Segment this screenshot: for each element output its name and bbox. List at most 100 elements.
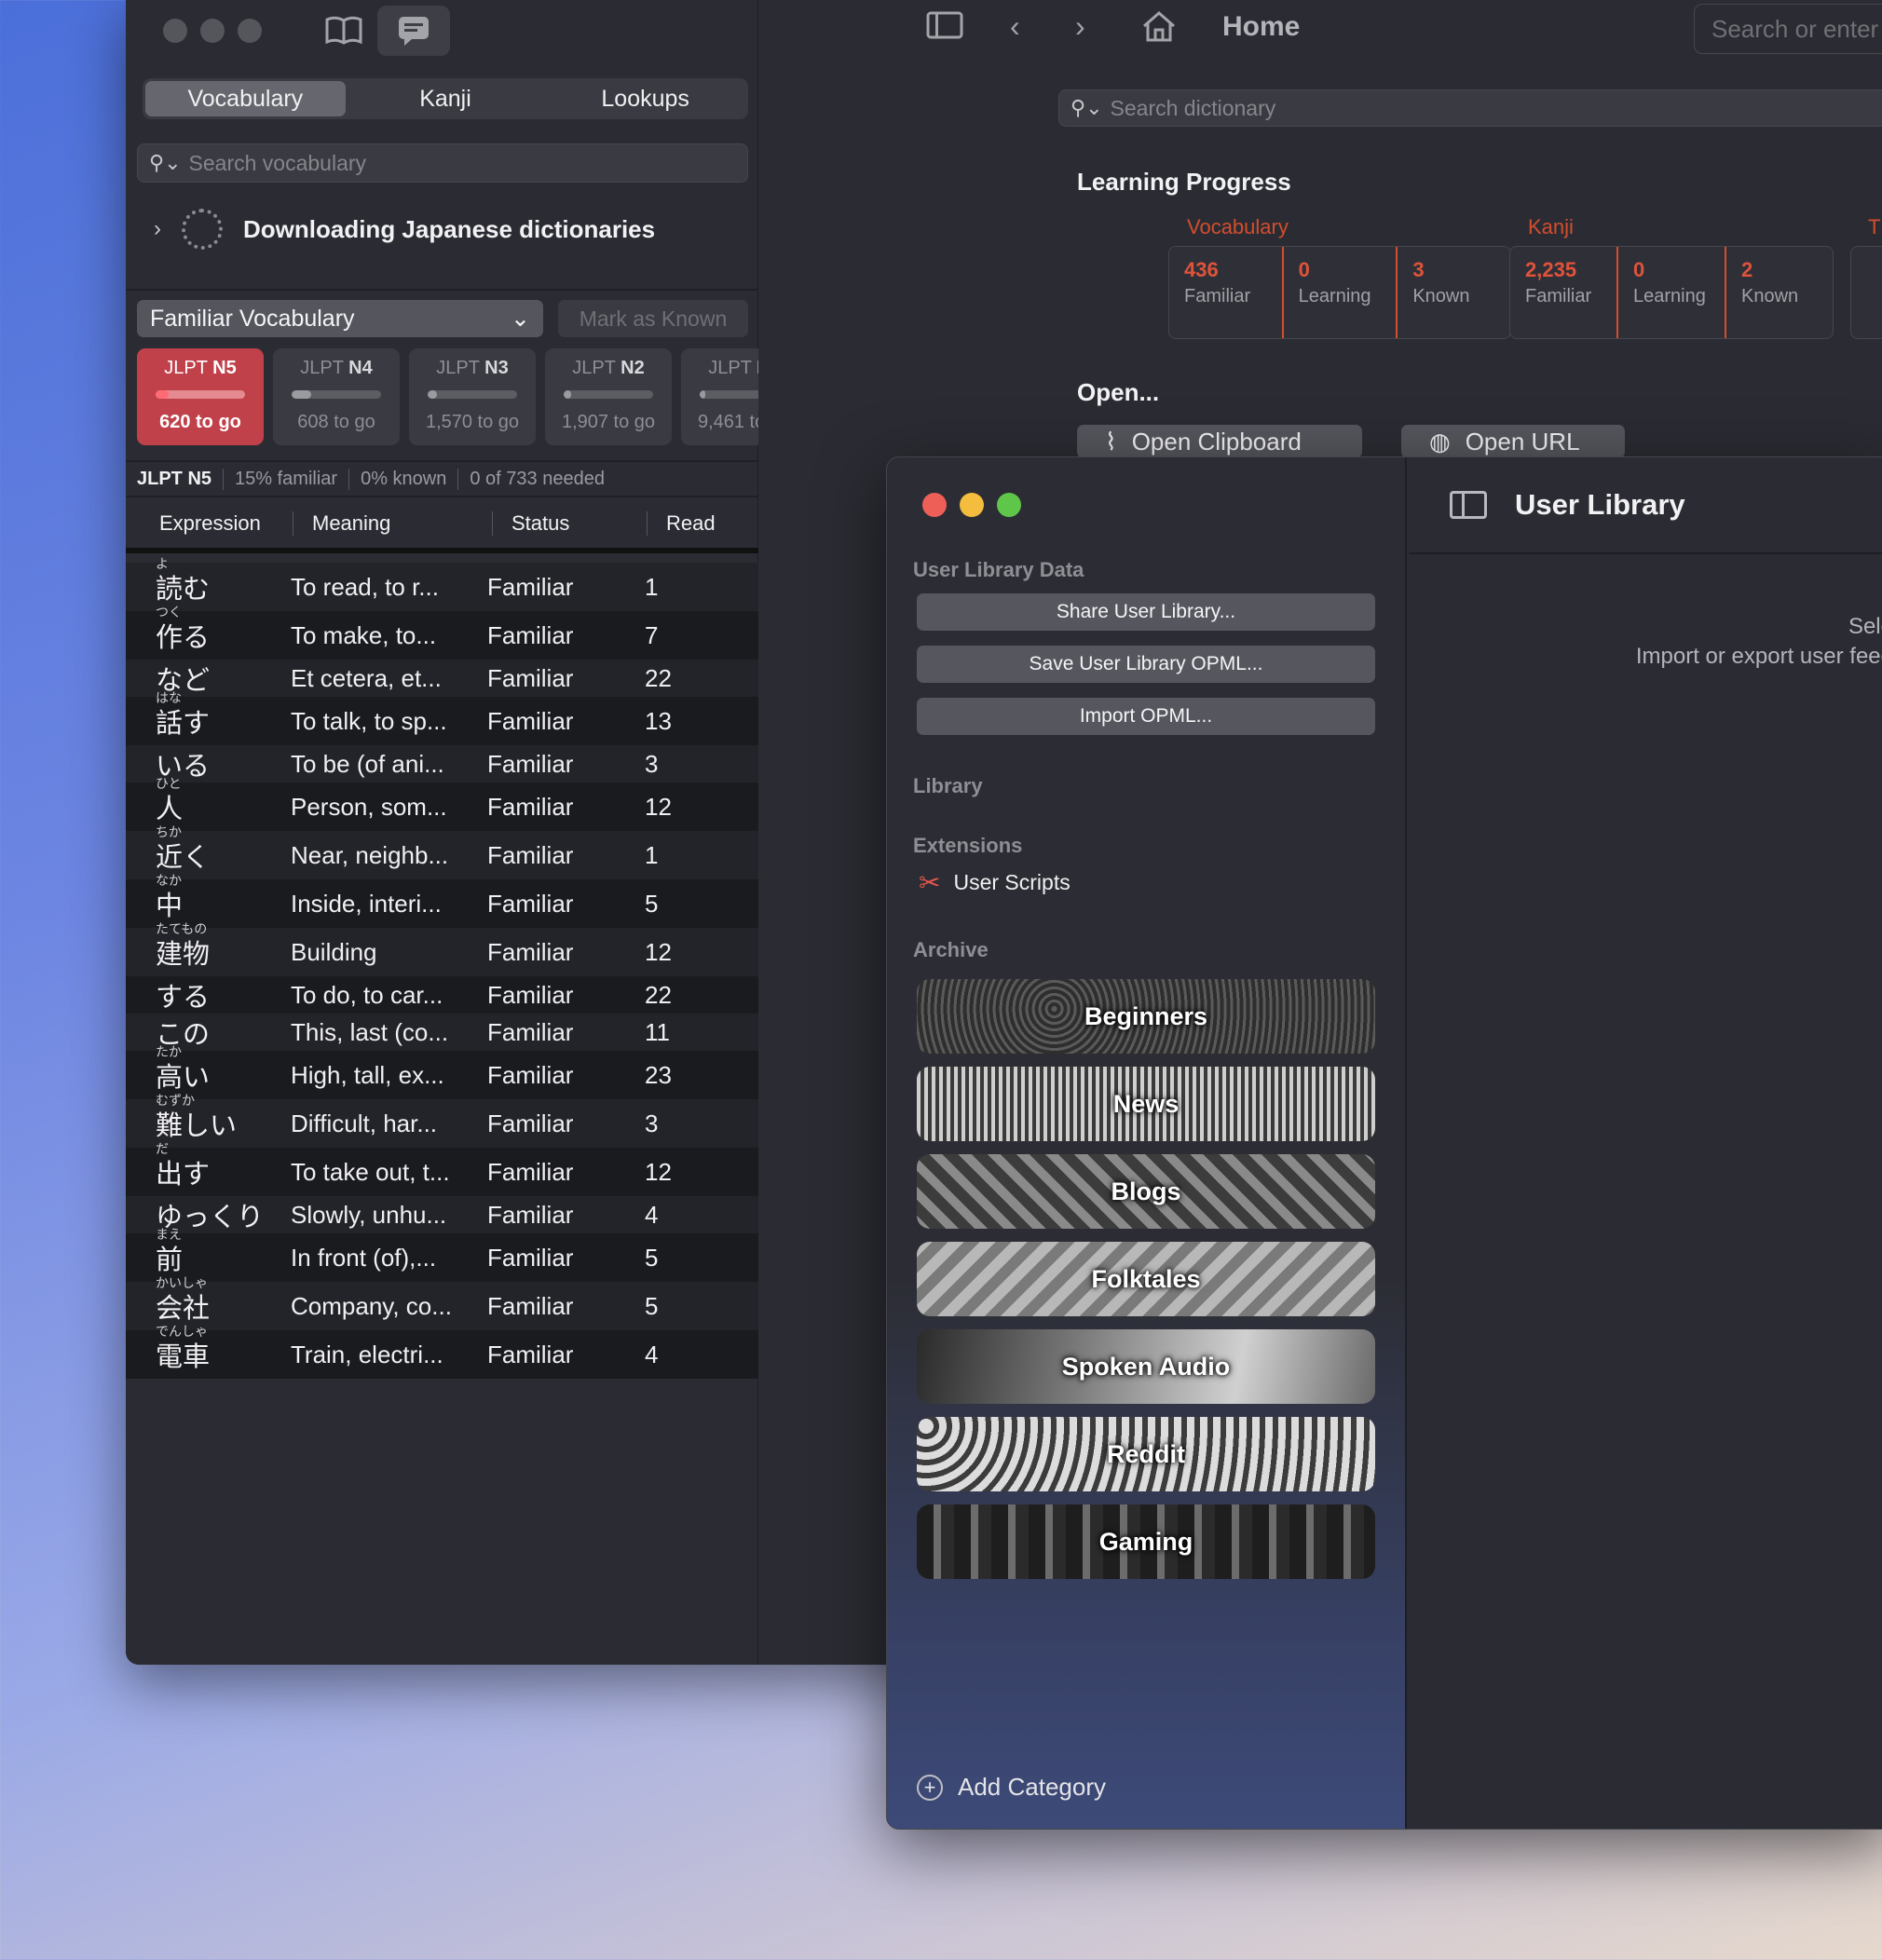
progress-stat-label: Learning [1633,286,1706,306]
jlpt-level-progress-bar [564,390,653,399]
table-row[interactable]: ちか 近く Near, neighb... Familiar 1 [126,824,758,879]
expression-cell: よ読む [126,556,280,606]
book-icon[interactable] [307,6,380,56]
archive-category-beginners[interactable]: Beginners [917,979,1375,1054]
column-expression[interactable]: Expression [126,511,293,536]
read-count-cell: 12 [645,937,672,966]
table-row[interactable]: この This, last (co... Familiar 11 [126,1014,758,1051]
forward-arrow-icon[interactable]: › [1075,9,1085,44]
table-row[interactable]: する To do, to car... Familiar 22 [126,976,758,1014]
close-window-button[interactable] [922,493,947,517]
table-row[interactable]: でんしゃ 電車 Train, electri... Familiar 4 [126,1324,758,1379]
table-row[interactable]: など Et cetera, et... Familiar 22 [126,660,758,697]
expression-cell: この [126,1013,280,1052]
jlpt-level-card[interactable]: JLPT N5 620 to go [137,348,264,445]
open-url-button[interactable]: ◍ Open URL [1401,425,1625,458]
expression-text: 人 [156,795,184,824]
archive-category-news[interactable]: News [917,1067,1375,1141]
jlpt-level-card[interactable]: JLPT N3 1,570 to go [409,348,536,445]
jlpt-level-card[interactable]: JLPT N4 608 to go [273,348,400,445]
jlpt-level-name: JLPT N4 [300,358,373,378]
column-status[interactable]: Status [493,511,648,536]
chevron-down-icon: ⌄ [511,306,530,332]
vocabulary-search-input[interactable]: ⚲⌄ Search vocabulary [137,143,748,183]
progress-stat: 2,235 Familiar [1510,247,1618,338]
tab-kanji[interactable]: Kanji [346,81,546,116]
minimize-window-button[interactable] [200,19,225,43]
table-row[interactable]: たてもの 建物 Building Familiar 12 [126,921,758,976]
add-category-button[interactable]: + Add Category [917,1773,1106,1802]
table-row[interactable]: むずか 難しい Difficult, har... Familiar 3 [126,1093,758,1148]
status-cell: Familiar [487,1157,574,1186]
expression-text: 作る [156,623,211,653]
expression-cell: ひと人 [126,776,280,826]
table-row[interactable]: はな 話す To talk, to sp... Familiar 13 [126,690,758,745]
library-heading[interactable]: Library [913,774,983,798]
table-row[interactable]: だ出す To take out, t... Familiar 12 [126,1141,758,1196]
jlpt-level-cards: JLPT N5 620 to go JLPT N4 608 to go JLPT N3 1… [137,348,808,445]
tab-vocabulary[interactable]: Vocabulary [145,81,346,116]
close-window-button[interactable] [163,19,187,43]
vocabulary-table-header: Expression Meaning Status Read [126,499,758,553]
table-row[interactable]: かいしゃ 会社 Company, co... Familiar 5 [126,1275,758,1330]
vocabulary-filter-select[interactable]: Familiar Vocabulary ⌄ [137,300,543,337]
jlpt-level-card[interactable]: JLPT N2 1,907 to go [545,348,672,445]
back-arrow-icon[interactable]: ‹ [1010,9,1020,44]
status-cell: Familiar [487,1017,574,1046]
status-cell: Familiar [487,1109,574,1137]
expression-text: 前 [156,1245,184,1275]
sidebar-toggle-icon[interactable] [1450,491,1487,519]
jlpt-level-name: JLPT N2 [572,358,645,378]
mark-as-known-button[interactable]: Mark as Known [558,300,748,337]
dictionary-search-input[interactable]: ⚲⌄ Search dictionary [1058,89,1882,127]
chevron-right-icon[interactable]: › [154,216,161,242]
table-row[interactable]: ひと人 Person, som... Familiar 12 [126,776,758,831]
dictionary-search-placeholder: Search dictionary [1110,95,1276,120]
read-count-cell: 22 [645,663,672,692]
open-clipboard-button[interactable]: ⌇ Open Clipboard [1077,425,1362,458]
archive-category-spoken-audio[interactable]: Spoken Audio [917,1329,1375,1404]
archive-category-blogs[interactable]: Blogs [917,1154,1375,1229]
furigana: たか [156,1044,182,1059]
import-opml-button[interactable]: Import OPML... [917,698,1375,735]
table-row[interactable]: つく 作る To make, to... Familiar 7 [126,605,758,660]
meaning-cell: Near, neighb... [291,840,449,869]
furigana: でんしゃ [156,1324,208,1339]
chat-bubble-icon[interactable] [377,6,450,56]
sidebar-item-user-scripts[interactable]: ✂ User Scripts [919,867,1071,898]
table-row[interactable]: いる To be (of ani... Familiar 3 [126,745,758,783]
meaning-cell: To make, to... [291,620,437,649]
zoom-window-button[interactable] [238,19,262,43]
sidebar-toggle-icon[interactable] [926,11,963,47]
progress-stat-number: 2 [1741,258,1753,281]
stats-needed: 0 of 733 needed [470,468,605,489]
table-row[interactable]: たか 高い High, tall, ex... Familiar 23 [126,1044,758,1099]
empty-state-message: Sele Import or export user feed [1409,612,1882,673]
expression-text: 建物 [156,940,211,970]
furigana: ひと [156,776,182,791]
home-icon[interactable] [1140,9,1178,50]
table-row[interactable]: まえ前 In front (of),... Familiar 5 [126,1227,758,1282]
column-meaning[interactable]: Meaning [293,511,493,536]
archive-category-reddit[interactable]: Reddit [917,1417,1375,1491]
column-read[interactable]: Read [648,511,716,536]
expression-text: する [156,983,211,1013]
stats-known: 0% known [349,468,459,490]
table-row[interactable]: ゆっくり Slowly, unhu... Familiar 4 [126,1196,758,1233]
status-cell: Familiar [487,706,574,735]
furigana: つく [156,605,182,619]
minimize-window-button[interactable] [960,493,984,517]
archive-category-gaming[interactable]: Gaming [917,1504,1375,1579]
expression-cell: つく 作る [126,605,280,655]
archive-category-folktales[interactable]: Folktales [917,1242,1375,1316]
url-input[interactable]: Search or enter website ad [1694,4,1882,54]
save-opml-button[interactable]: Save User Library OPML... [917,646,1375,683]
furigana: たてもの [156,921,208,936]
zoom-window-button[interactable] [997,493,1021,517]
meaning-cell: Slowly, unhu... [291,1200,447,1229]
table-row[interactable]: よ読む To read, to r... Familiar 1 [126,556,758,611]
status-cell: Familiar [487,1340,574,1368]
tab-lookups[interactable]: Lookups [545,81,745,116]
table-row[interactable]: なか中 Inside, interi... Familiar 5 [126,873,758,928]
share-library-button[interactable]: Share User Library... [917,593,1375,631]
